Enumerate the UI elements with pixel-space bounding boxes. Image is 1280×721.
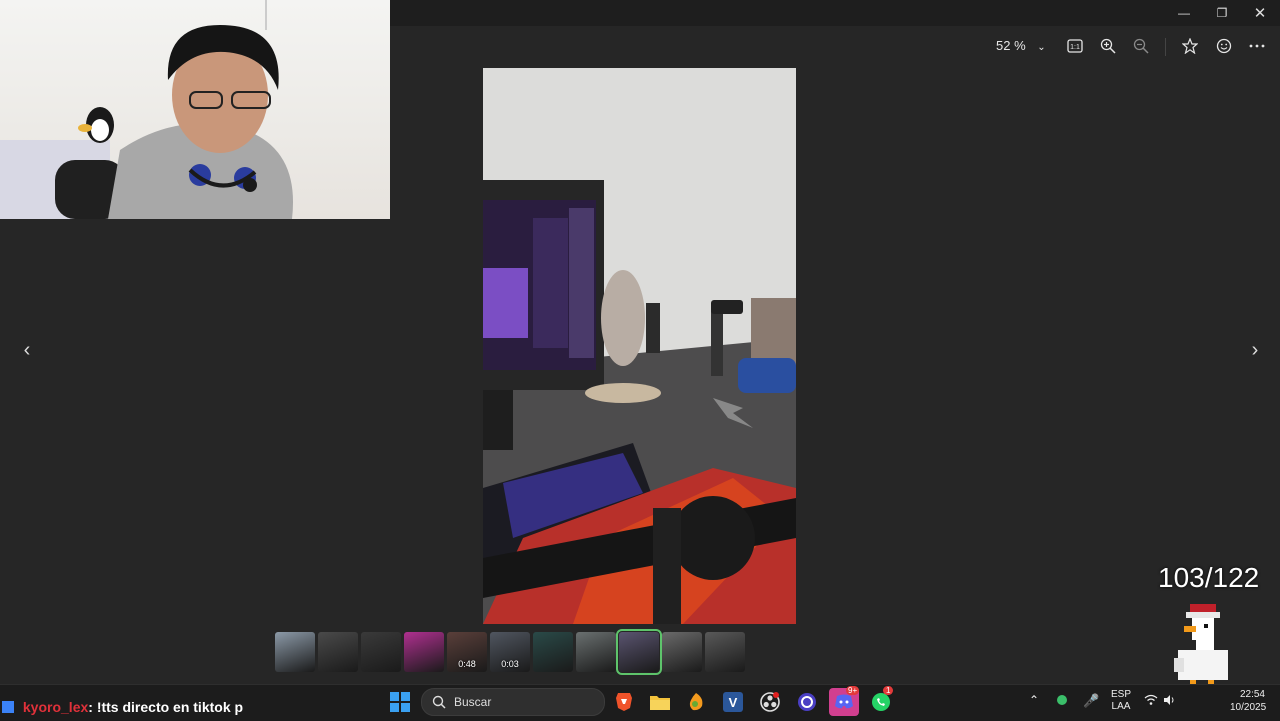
taskbar-obs[interactable] [756, 688, 784, 716]
volume-icon[interactable] [1163, 693, 1175, 711]
search-icon [432, 695, 446, 709]
language-code: ESP [1111, 689, 1132, 700]
restore-button[interactable]: ❐ [1203, 0, 1241, 26]
webcam-overlay [0, 0, 390, 219]
close-icon: ✕ [1253, 5, 1267, 22]
actual-size-button[interactable]: 1:1 [1061, 32, 1089, 60]
clock-time: 22:54 [1239, 689, 1265, 700]
filmstrip-thumbnail[interactable] [705, 632, 745, 672]
chat-overlay: kyoro_lex: !tts directo en tiktok p [2, 699, 243, 715]
next-button[interactable]: › [1240, 330, 1270, 370]
filmstrip-thumbnail[interactable] [275, 632, 315, 672]
previous-button[interactable]: ‹ [12, 330, 42, 370]
fl-studio-icon [689, 693, 703, 711]
wifi-icon[interactable] [1144, 693, 1158, 711]
more-icon [1249, 44, 1265, 48]
svg-text:V: V [729, 695, 738, 710]
zoom-dropdown[interactable]: 52 % ⌄ [996, 38, 1046, 53]
discord-badge: 9+ [846, 686, 860, 695]
filmstrip-thumbnail[interactable] [616, 629, 662, 675]
toolbar-divider [1165, 38, 1166, 56]
clock[interactable]: 22:54 10/2025 [1230, 688, 1267, 714]
duck-mascot-icon [1174, 604, 1228, 690]
video-duration: 0:48 [458, 659, 476, 669]
whatsapp-icon [872, 693, 890, 711]
filmstrip-thumbnail[interactable]: 0:03 [490, 632, 530, 672]
minimize-button[interactable]: — [1165, 0, 1203, 26]
discord-icon [835, 694, 853, 709]
svg-text:1:1: 1:1 [1070, 44, 1080, 51]
start-button[interactable] [386, 688, 414, 716]
chat-message: : !tts directo en tiktok p [88, 699, 244, 715]
zoom-out-icon [1133, 38, 1149, 54]
filmstrip-thumbnail[interactable] [533, 632, 573, 672]
favorite-button[interactable] [1176, 32, 1204, 60]
zoom-level: 52 % [996, 38, 1026, 53]
obs-icon [760, 692, 780, 712]
brave-browser-icon [616, 693, 632, 711]
minimize-icon: — [1178, 6, 1190, 20]
whatsapp-badge: 1 [883, 686, 894, 695]
filmstrip-thumbnail[interactable] [576, 632, 616, 672]
filmstrip-thumbnail[interactable]: 0:48 [447, 632, 487, 672]
taskbar-whatsapp[interactable]: 1 [867, 686, 895, 716]
filmstrip-thumbnail[interactable] [318, 632, 358, 672]
favorite-star-icon [1182, 38, 1198, 54]
taskbar-visio[interactable]: V [719, 688, 747, 716]
title-bar [390, 0, 1280, 26]
filmstrip-thumbnail[interactable] [361, 632, 401, 672]
stream-counter: 103/122 [1158, 562, 1260, 593]
microphone-icon[interactable]: 🎤 [1083, 693, 1099, 709]
chat-username: kyoro_lex [22, 699, 89, 715]
language-indicator[interactable]: ESP LAA [1111, 689, 1131, 713]
zoom-in-icon [1100, 38, 1116, 54]
reactions-button[interactable] [1210, 32, 1238, 60]
zoom-in-button[interactable] [1094, 32, 1122, 60]
zoom-out-button[interactable] [1127, 32, 1155, 60]
close-button[interactable]: ✕ [1241, 0, 1279, 26]
chevron-down-icon: ⌄ [1037, 42, 1046, 53]
filmstrip-thumbnail[interactable] [662, 632, 702, 672]
restore-icon: ❐ [1216, 6, 1228, 20]
chevron-left-icon: ‹ [23, 338, 31, 361]
webcam-picture [0, 0, 294, 219]
taskbar-discord[interactable]: 9+ [829, 686, 860, 716]
taskbar-app-blue[interactable] [793, 688, 821, 716]
chevron-right-icon: › [1251, 338, 1259, 361]
filmstrip: 0:48 0:03 [275, 629, 745, 675]
search-label: Buscar [454, 695, 492, 709]
photo-content [483, 68, 796, 624]
displayed-photo [483, 68, 796, 624]
status-dot-icon[interactable] [1057, 695, 1067, 705]
folder-icon [650, 696, 670, 710]
chevron-up-icon: ⌃ [1029, 693, 1040, 707]
circle-app-icon [798, 693, 816, 711]
actual-size-icon: 1:1 [1067, 39, 1083, 53]
taskbar-fl-studio[interactable] [682, 688, 710, 716]
more-options-button[interactable] [1243, 32, 1271, 60]
taskbar-search[interactable]: Buscar [421, 688, 605, 716]
tray-overflow-button[interactable]: ⌃ [1029, 693, 1039, 707]
video-duration: 0:03 [501, 659, 519, 669]
twitch-icon [2, 701, 14, 713]
taskbar-brave[interactable] [610, 688, 638, 716]
clock-date: 10/2025 [1230, 702, 1267, 713]
windows-logo-icon [390, 692, 410, 712]
face-icon [1216, 38, 1232, 54]
keyboard-layout: LAA [1111, 701, 1131, 712]
visio-icon: V [723, 692, 743, 712]
taskbar-file-explorer[interactable] [646, 688, 674, 716]
filmstrip-thumbnail[interactable] [404, 632, 444, 672]
